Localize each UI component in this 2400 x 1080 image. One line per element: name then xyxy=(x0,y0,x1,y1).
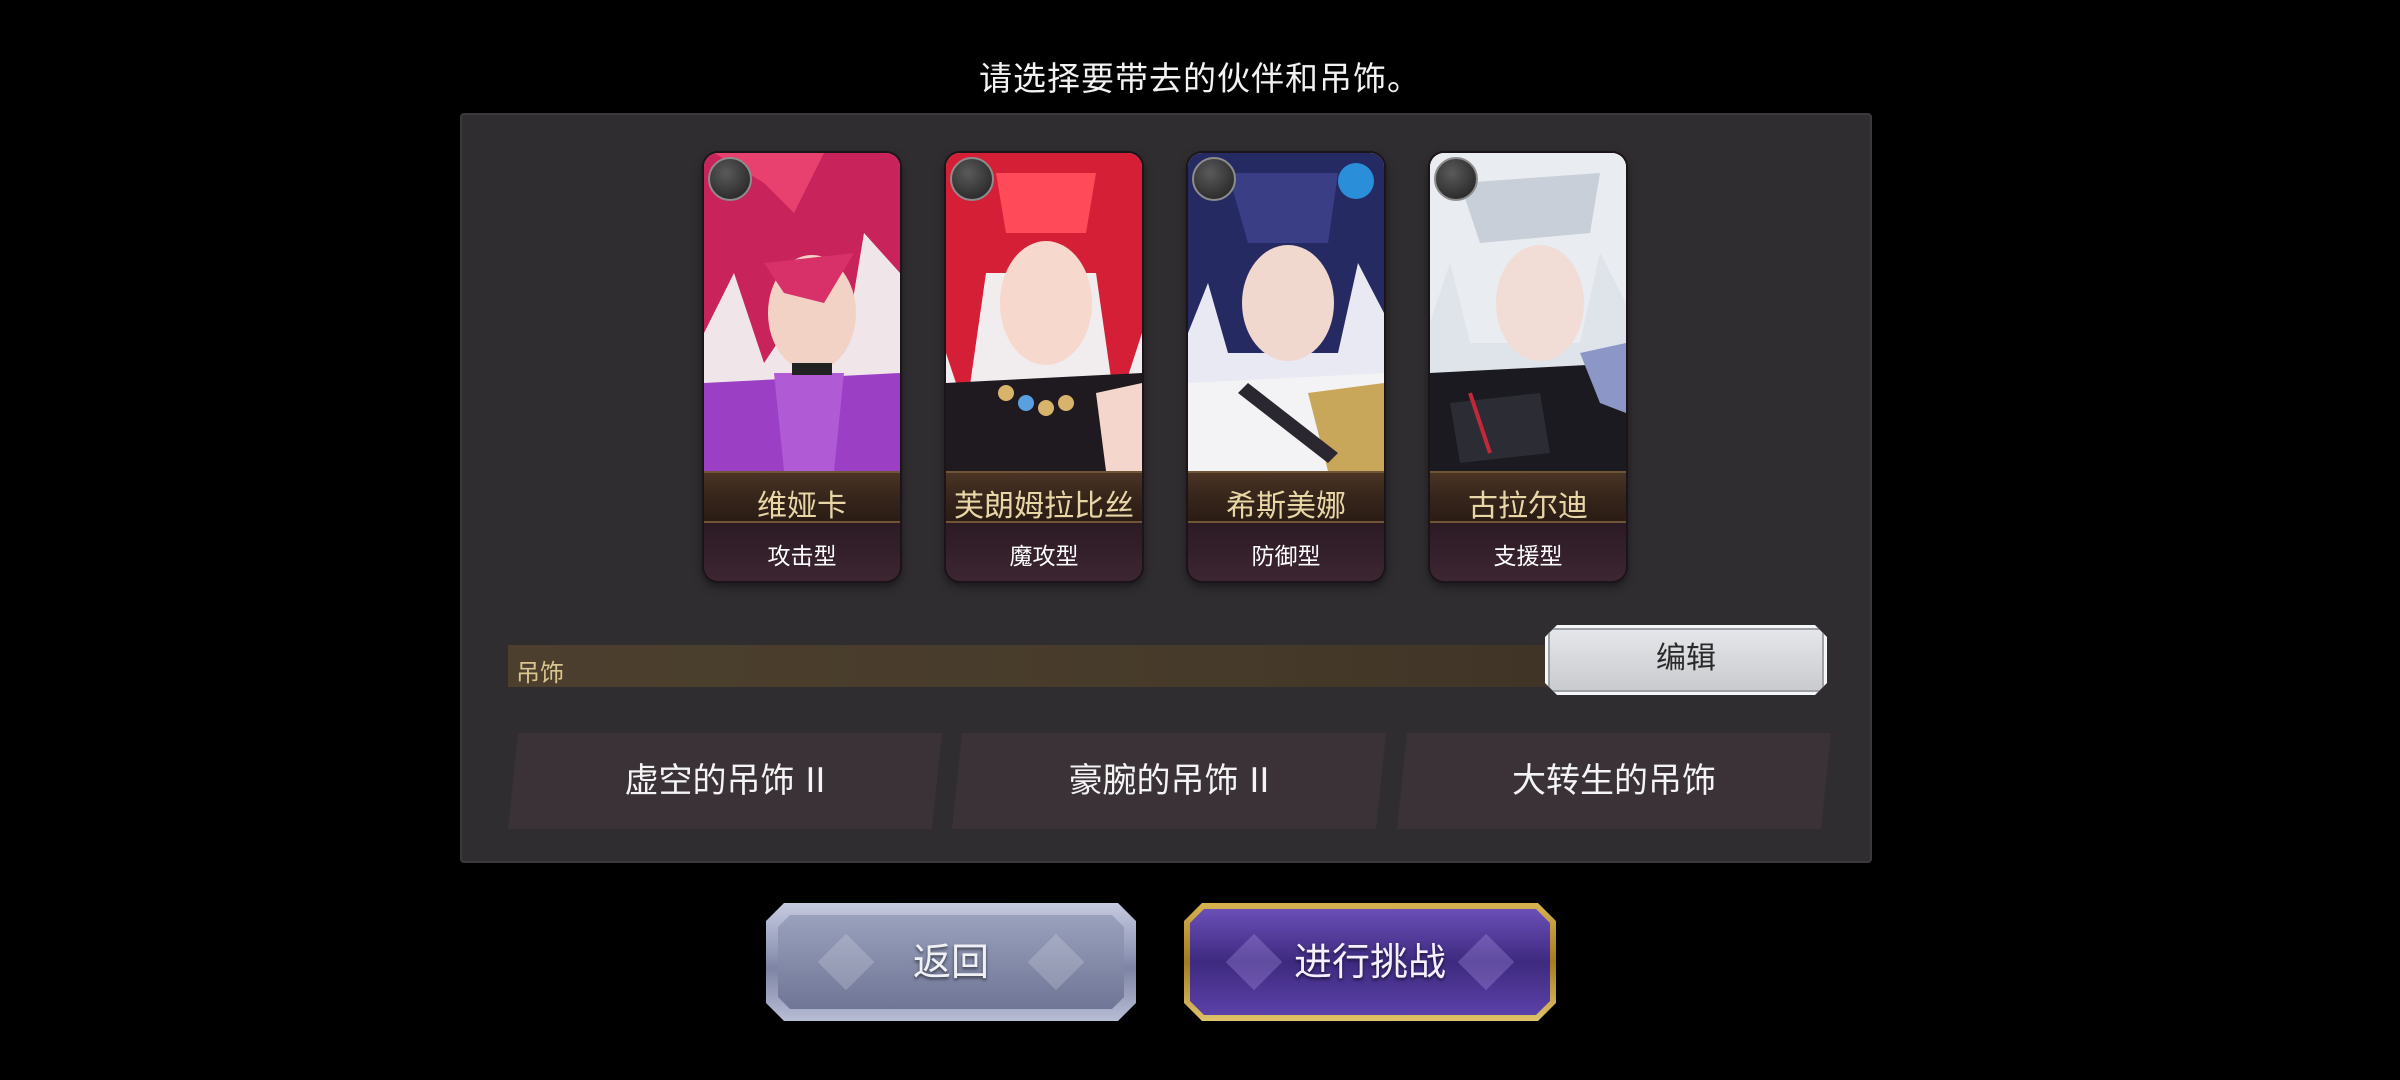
character-name: 芙朗姆拉比丝 xyxy=(954,489,1134,524)
character-type: 魔攻型 xyxy=(1009,544,1079,570)
accessory-name: 虚空的吊饰 II xyxy=(624,761,826,801)
character-name: 古拉尔迪 xyxy=(1468,489,1588,524)
back-button[interactable]: 返回 xyxy=(766,903,1136,1021)
edit-accessory-button[interactable]: 编辑 xyxy=(1545,625,1827,695)
accessory-name: 大转生的吊饰 xyxy=(1512,761,1716,801)
type-band: 防御型 xyxy=(1188,523,1384,581)
character-type: 攻击型 xyxy=(767,544,837,570)
type-band: 魔攻型 xyxy=(946,523,1142,581)
staff-class-icon xyxy=(1434,157,1478,201)
back-button-label: 返回 xyxy=(912,940,989,984)
name-band: 芙朗姆拉比丝 xyxy=(946,471,1142,524)
accessory-slot-1[interactable]: 虚空的吊饰 II xyxy=(507,733,943,829)
character-type: 支援型 xyxy=(1493,544,1563,570)
instruction-text: 请选择要带去的伙伴和吊饰。 xyxy=(979,59,1421,98)
party-card-4[interactable]: 古拉尔迪 支援型 xyxy=(1430,153,1626,581)
start-challenge-button[interactable]: 进行挑战 xyxy=(1184,903,1556,1021)
arrow-class-icon xyxy=(1192,157,1236,201)
accessory-header: 吊饰 xyxy=(508,645,1548,687)
party-card-2[interactable]: 芙朗姆拉比丝 魔攻型 xyxy=(946,153,1142,581)
character-name: 维娅卡 xyxy=(757,489,847,524)
type-band: 攻击型 xyxy=(704,523,900,581)
name-band: 维娅卡 xyxy=(704,471,900,524)
start-challenge-label: 进行挑战 xyxy=(1293,940,1446,984)
sword-class-icon xyxy=(708,157,752,201)
party-select-screen: 请选择要带去的伙伴和吊饰。 维娅卡 攻击型 芙朗姆拉比丝 魔攻型 希斯美娜 防御… xyxy=(0,0,2400,1080)
accessory-slot-2[interactable]: 豪腕的吊饰 II xyxy=(951,733,1387,829)
type-band: 支援型 xyxy=(1430,523,1626,581)
character-name: 希斯美娜 xyxy=(1226,489,1346,524)
accessory-label: 吊饰 xyxy=(516,659,564,687)
staff-class-icon xyxy=(950,157,994,201)
party-card-3[interactable]: 希斯美娜 防御型 xyxy=(1188,153,1384,581)
name-band: 希斯美娜 xyxy=(1188,471,1384,524)
party-card-1[interactable]: 维娅卡 攻击型 xyxy=(704,153,900,581)
accessory-slot-3[interactable]: 大转生的吊饰 xyxy=(1396,733,1832,829)
accessory-name: 豪腕的吊饰 II xyxy=(1068,761,1270,801)
character-type: 防御型 xyxy=(1251,544,1321,570)
name-band: 古拉尔迪 xyxy=(1430,471,1626,524)
